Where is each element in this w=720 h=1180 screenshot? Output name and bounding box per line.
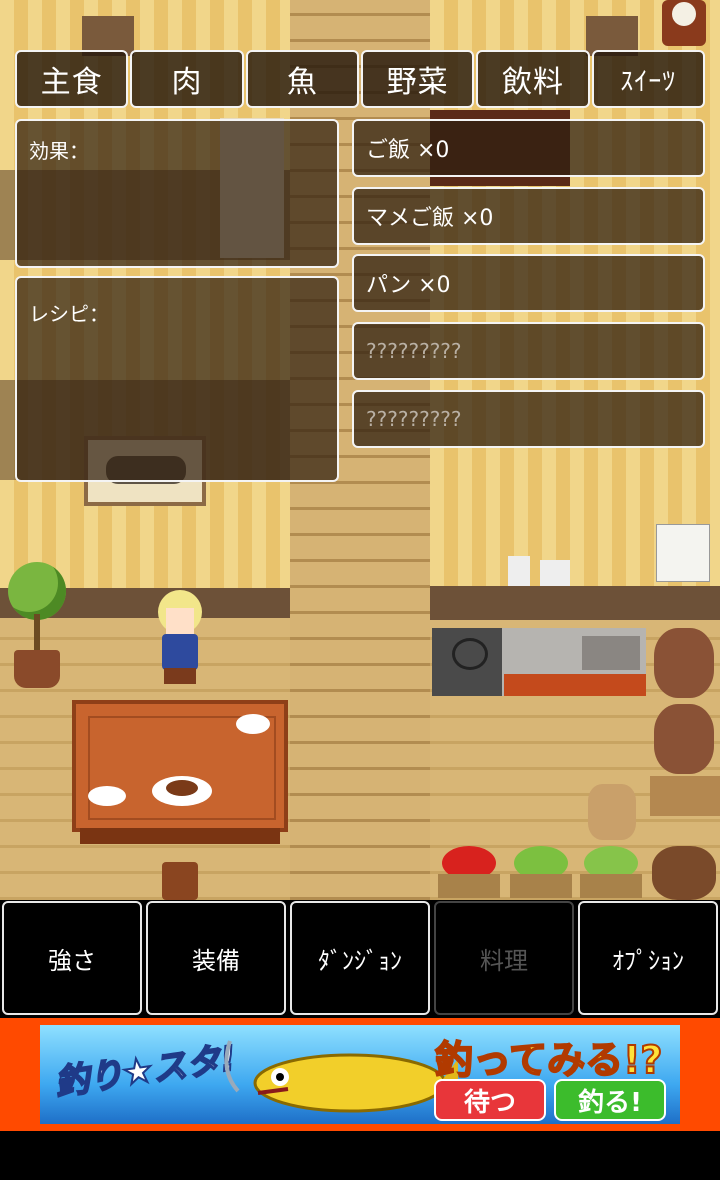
tab-drink[interactable]: 飲料: [476, 50, 590, 108]
crate: [650, 776, 720, 816]
ad-banner[interactable]: 釣り★スタ! 釣ってみる!? 待つ 釣る!: [0, 1018, 720, 1131]
tomato-basket: [438, 846, 500, 898]
recipe-item-bread[interactable]: パン ×0: [352, 254, 705, 312]
right-wainscot: [430, 586, 720, 620]
player-character: [152, 590, 208, 686]
menu-equipment-button[interactable]: 装備: [146, 901, 286, 1015]
recipe-label: レシピ：: [29, 302, 109, 326]
tab-vegetable[interactable]: 野菜: [360, 50, 475, 108]
ad-wait-button[interactable]: 待つ: [434, 1079, 546, 1121]
wall-clock: [662, 0, 706, 46]
ad-fish-button[interactable]: 釣る!: [554, 1079, 666, 1121]
barrel: [652, 846, 716, 900]
lettuce-basket: [510, 846, 572, 898]
recipe-item-locked[interactable]: ?????????: [352, 390, 705, 448]
clay-jar-2: [654, 704, 714, 774]
menu-options-button[interactable]: ｵﾌﾟｼｮﾝ: [578, 901, 718, 1015]
recipe-item-locked[interactable]: ?????????: [352, 322, 705, 380]
stool: [162, 862, 198, 900]
menu-cooking-button[interactable]: 料理: [434, 901, 574, 1015]
effect-panel: 効果：: [15, 119, 339, 268]
ad-headline: 釣ってみる!?: [434, 1037, 663, 1083]
category-tabs: 主食 肉 魚 野菜 飲料 ｽｲｰﾂ: [15, 50, 705, 110]
recipe-item-rice[interactable]: ご飯 ×0: [352, 119, 705, 177]
cabbage-basket: [580, 846, 642, 898]
tab-fish[interactable]: 魚: [245, 50, 359, 108]
tab-staple[interactable]: 主食: [15, 50, 129, 108]
kitchen-counter: [432, 628, 646, 696]
wall-switch: [508, 556, 530, 586]
potted-plant: [6, 562, 68, 692]
clay-jar: [654, 628, 714, 698]
wall-outlet: [540, 560, 570, 586]
recipe-item-bean-rice[interactable]: マメご飯 ×0: [352, 187, 705, 245]
bucket: [588, 784, 636, 840]
dining-table: [72, 700, 288, 832]
main-menu: 強さ 装備 ﾀﾞﾝｼﾞｮﾝ 料理 ｵﾌﾟｼｮﾝ: [0, 900, 720, 1018]
fish-icon: [224, 1040, 458, 1113]
menu-dungeon-button[interactable]: ﾀﾞﾝｼﾞｮﾝ: [290, 901, 430, 1015]
effect-label: 効果：: [29, 139, 89, 163]
menu-status-button[interactable]: 強さ: [2, 901, 142, 1015]
table-legs: [80, 828, 280, 844]
bottom-bar: [0, 1131, 720, 1180]
tab-sweets[interactable]: ｽｲｰﾂ: [591, 50, 705, 108]
ad-creative[interactable]: 釣り★スタ! 釣ってみる!? 待つ 釣る!: [40, 1025, 680, 1124]
wall-note: [656, 524, 710, 582]
tab-meat[interactable]: 肉: [130, 50, 244, 108]
recipe-panel: レシピ：: [15, 276, 339, 482]
